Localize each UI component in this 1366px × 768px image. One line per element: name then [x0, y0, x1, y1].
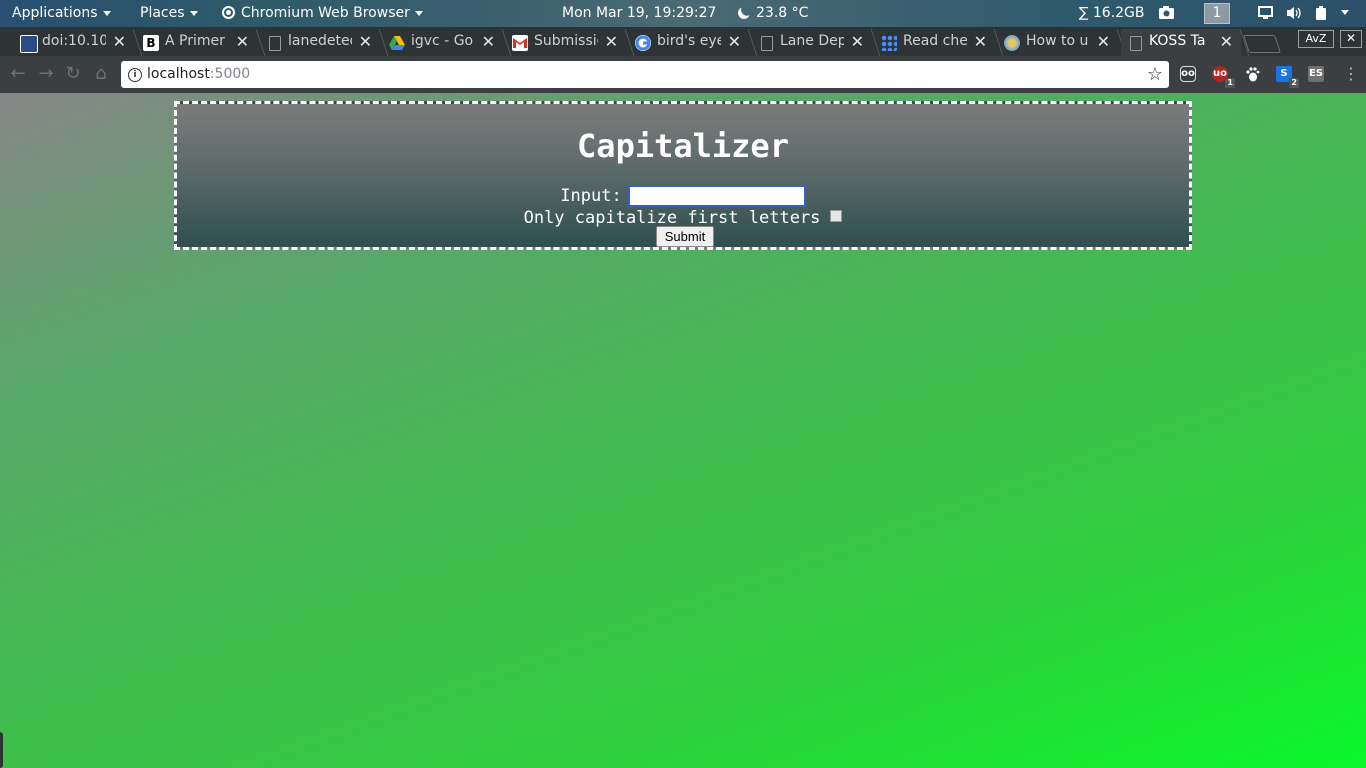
volume-icon[interactable] [1286, 6, 1301, 20]
close-icon[interactable]: ✕ [113, 32, 126, 51]
extension-label: ES [1308, 68, 1324, 79]
checkbox-label: Only capitalize first letters [523, 208, 821, 228]
chevron-down-icon [102, 10, 111, 16]
applications-label: Applications [12, 5, 98, 21]
blogger-b-icon: B [143, 35, 159, 51]
active-app-label: Chromium Web Browser [241, 5, 410, 21]
tab-title: Lane Dep [780, 33, 844, 49]
battery-icon[interactable] [1316, 6, 1330, 20]
tab-7[interactable]: Lane Dep ✕ [752, 29, 881, 56]
moon-icon [736, 5, 751, 20]
tab-title: igvc - Go [411, 33, 474, 49]
tab-title: Submissic [534, 33, 598, 49]
close-icon[interactable]: ✕ [728, 32, 741, 51]
close-icon[interactable]: ✕ [974, 32, 987, 51]
display-icon[interactable] [1258, 6, 1273, 20]
s-extension-icon[interactable]: S2 [1276, 66, 1299, 88]
close-icon[interactable]: ✕ [851, 32, 864, 51]
browser-toolbar: ← → ↻ ⌂ i localhost:5000 ☆ oo uo 1 S 2 ES ⋮ [0, 56, 1366, 93]
forward-icon[interactable]: → [36, 64, 56, 84]
page-icon [761, 36, 773, 51]
tab-9[interactable]: How to u ✕ [998, 29, 1127, 56]
ublock-icon[interactable]: uo 1 [1212, 66, 1235, 88]
close-icon[interactable]: ✕ [1097, 32, 1110, 51]
extension-badge: 1 [1225, 78, 1235, 88]
tab-title: How to u [1026, 33, 1089, 49]
clock[interactable]: Mon Mar 19, 19:29:27 [562, 0, 716, 27]
window-close-button[interactable]: ✕ [1340, 30, 1362, 48]
address-bar[interactable]: i localhost:5000 ☆ [121, 61, 1169, 88]
dots-icon [881, 35, 897, 51]
tab-10[interactable]: KOSS Ta ✕ [1121, 29, 1250, 56]
page-viewport: Capitalizer Input: Only capitalize first… [0, 93, 1366, 768]
bookmark-star-icon[interactable]: ☆ [1147, 64, 1163, 85]
info-icon[interactable]: i [128, 68, 142, 82]
close-icon[interactable]: ✕ [605, 32, 618, 51]
top-panel: Applications Places Chromium Web Browser… [0, 0, 1366, 27]
tab-5[interactable]: Submissic ✕ [506, 29, 635, 56]
places-label: Places [140, 5, 185, 21]
browser-menu-icon[interactable]: ⋮ [1343, 65, 1359, 83]
globe-icon [1004, 35, 1020, 51]
new-tab-button[interactable] [1243, 35, 1281, 53]
submit-button[interactable]: Submit [656, 226, 714, 247]
gmail-icon [512, 35, 528, 51]
applications-menu[interactable]: Applications [12, 0, 111, 27]
google-icon [635, 35, 651, 51]
input-label: Input: [560, 186, 622, 206]
active-app-menu[interactable]: Chromium Web Browser [222, 0, 423, 27]
system-menu-caret[interactable] [1341, 10, 1355, 24]
extension-label: oo [1181, 68, 1195, 79]
tab-title: A Primer [165, 33, 225, 49]
page-icon [269, 36, 281, 51]
tab-title: lanedetec [288, 33, 352, 49]
tab-title: Read che [903, 33, 967, 49]
back-icon[interactable]: ← [8, 64, 28, 84]
doi-icon [20, 35, 38, 53]
tab-title: bird's eye [657, 33, 721, 49]
extension-badge: 2 [1289, 78, 1299, 88]
close-icon[interactable]: ✕ [482, 32, 495, 51]
input-row: Input: [177, 185, 1189, 207]
memory-indicator[interactable]: ∑ 16.2GB [1079, 0, 1145, 27]
es-extension-icon[interactable]: ES [1308, 66, 1324, 82]
avz-button[interactable]: AvZ [1298, 30, 1334, 48]
gnome-foot-icon[interactable] [1244, 66, 1260, 82]
close-icon[interactable]: ✕ [236, 32, 249, 51]
screenshot-icon[interactable] [1159, 6, 1174, 20]
url-port: :5000 [209, 66, 251, 82]
tab-4[interactable]: igvc - Go ✕ [383, 29, 512, 56]
panel-edge-handle [0, 732, 3, 768]
home-icon[interactable]: ⌂ [91, 64, 111, 84]
chromium-icon [222, 6, 235, 19]
page-title: Capitalizer [577, 127, 789, 165]
tab-2[interactable]: B A Primer ✕ [137, 29, 266, 56]
google-drive-icon [389, 35, 405, 51]
places-menu[interactable]: Places [140, 0, 198, 27]
close-icon[interactable]: ✕ [1220, 32, 1233, 51]
close-icon[interactable]: ✕ [359, 32, 372, 51]
tab-title: doi:10.10 [42, 33, 106, 49]
tab-1[interactable]: doi:10.10 ✕ [14, 29, 143, 56]
text-input[interactable] [627, 185, 806, 207]
extension-label: S [1280, 68, 1288, 79]
tab-8[interactable]: Read che ✕ [875, 29, 1004, 56]
url-host: localhost [147, 66, 210, 82]
capitalizer-form-card: Capitalizer Input: Only capitalize first… [174, 101, 1192, 250]
tampermonkey-icon[interactable]: oo [1180, 66, 1196, 82]
reload-icon[interactable]: ↻ [63, 64, 83, 84]
tab-3[interactable]: lanedetec ✕ [260, 29, 389, 56]
weather-temperature: 23.8 °C [756, 5, 809, 21]
chevron-down-icon [189, 10, 198, 16]
page-icon [1130, 36, 1142, 51]
chevron-down-icon [414, 10, 423, 16]
tab-title: KOSS Ta [1149, 33, 1206, 49]
capitalize-first-letters-checkbox[interactable] [830, 210, 843, 222]
chevron-down-icon [1341, 10, 1349, 15]
workspace-indicator[interactable]: 1 [1204, 3, 1230, 24]
tab-strip: doi:10.10 ✕ B A Primer ✕ lanedetec ✕ igvc - Go ✕… [0, 27, 1366, 56]
weather-indicator[interactable]: 23.8 °C [738, 0, 808, 27]
tab-6[interactable]: bird's eye ✕ [629, 29, 758, 56]
url-text[interactable]: localhost:5000 [147, 66, 250, 82]
